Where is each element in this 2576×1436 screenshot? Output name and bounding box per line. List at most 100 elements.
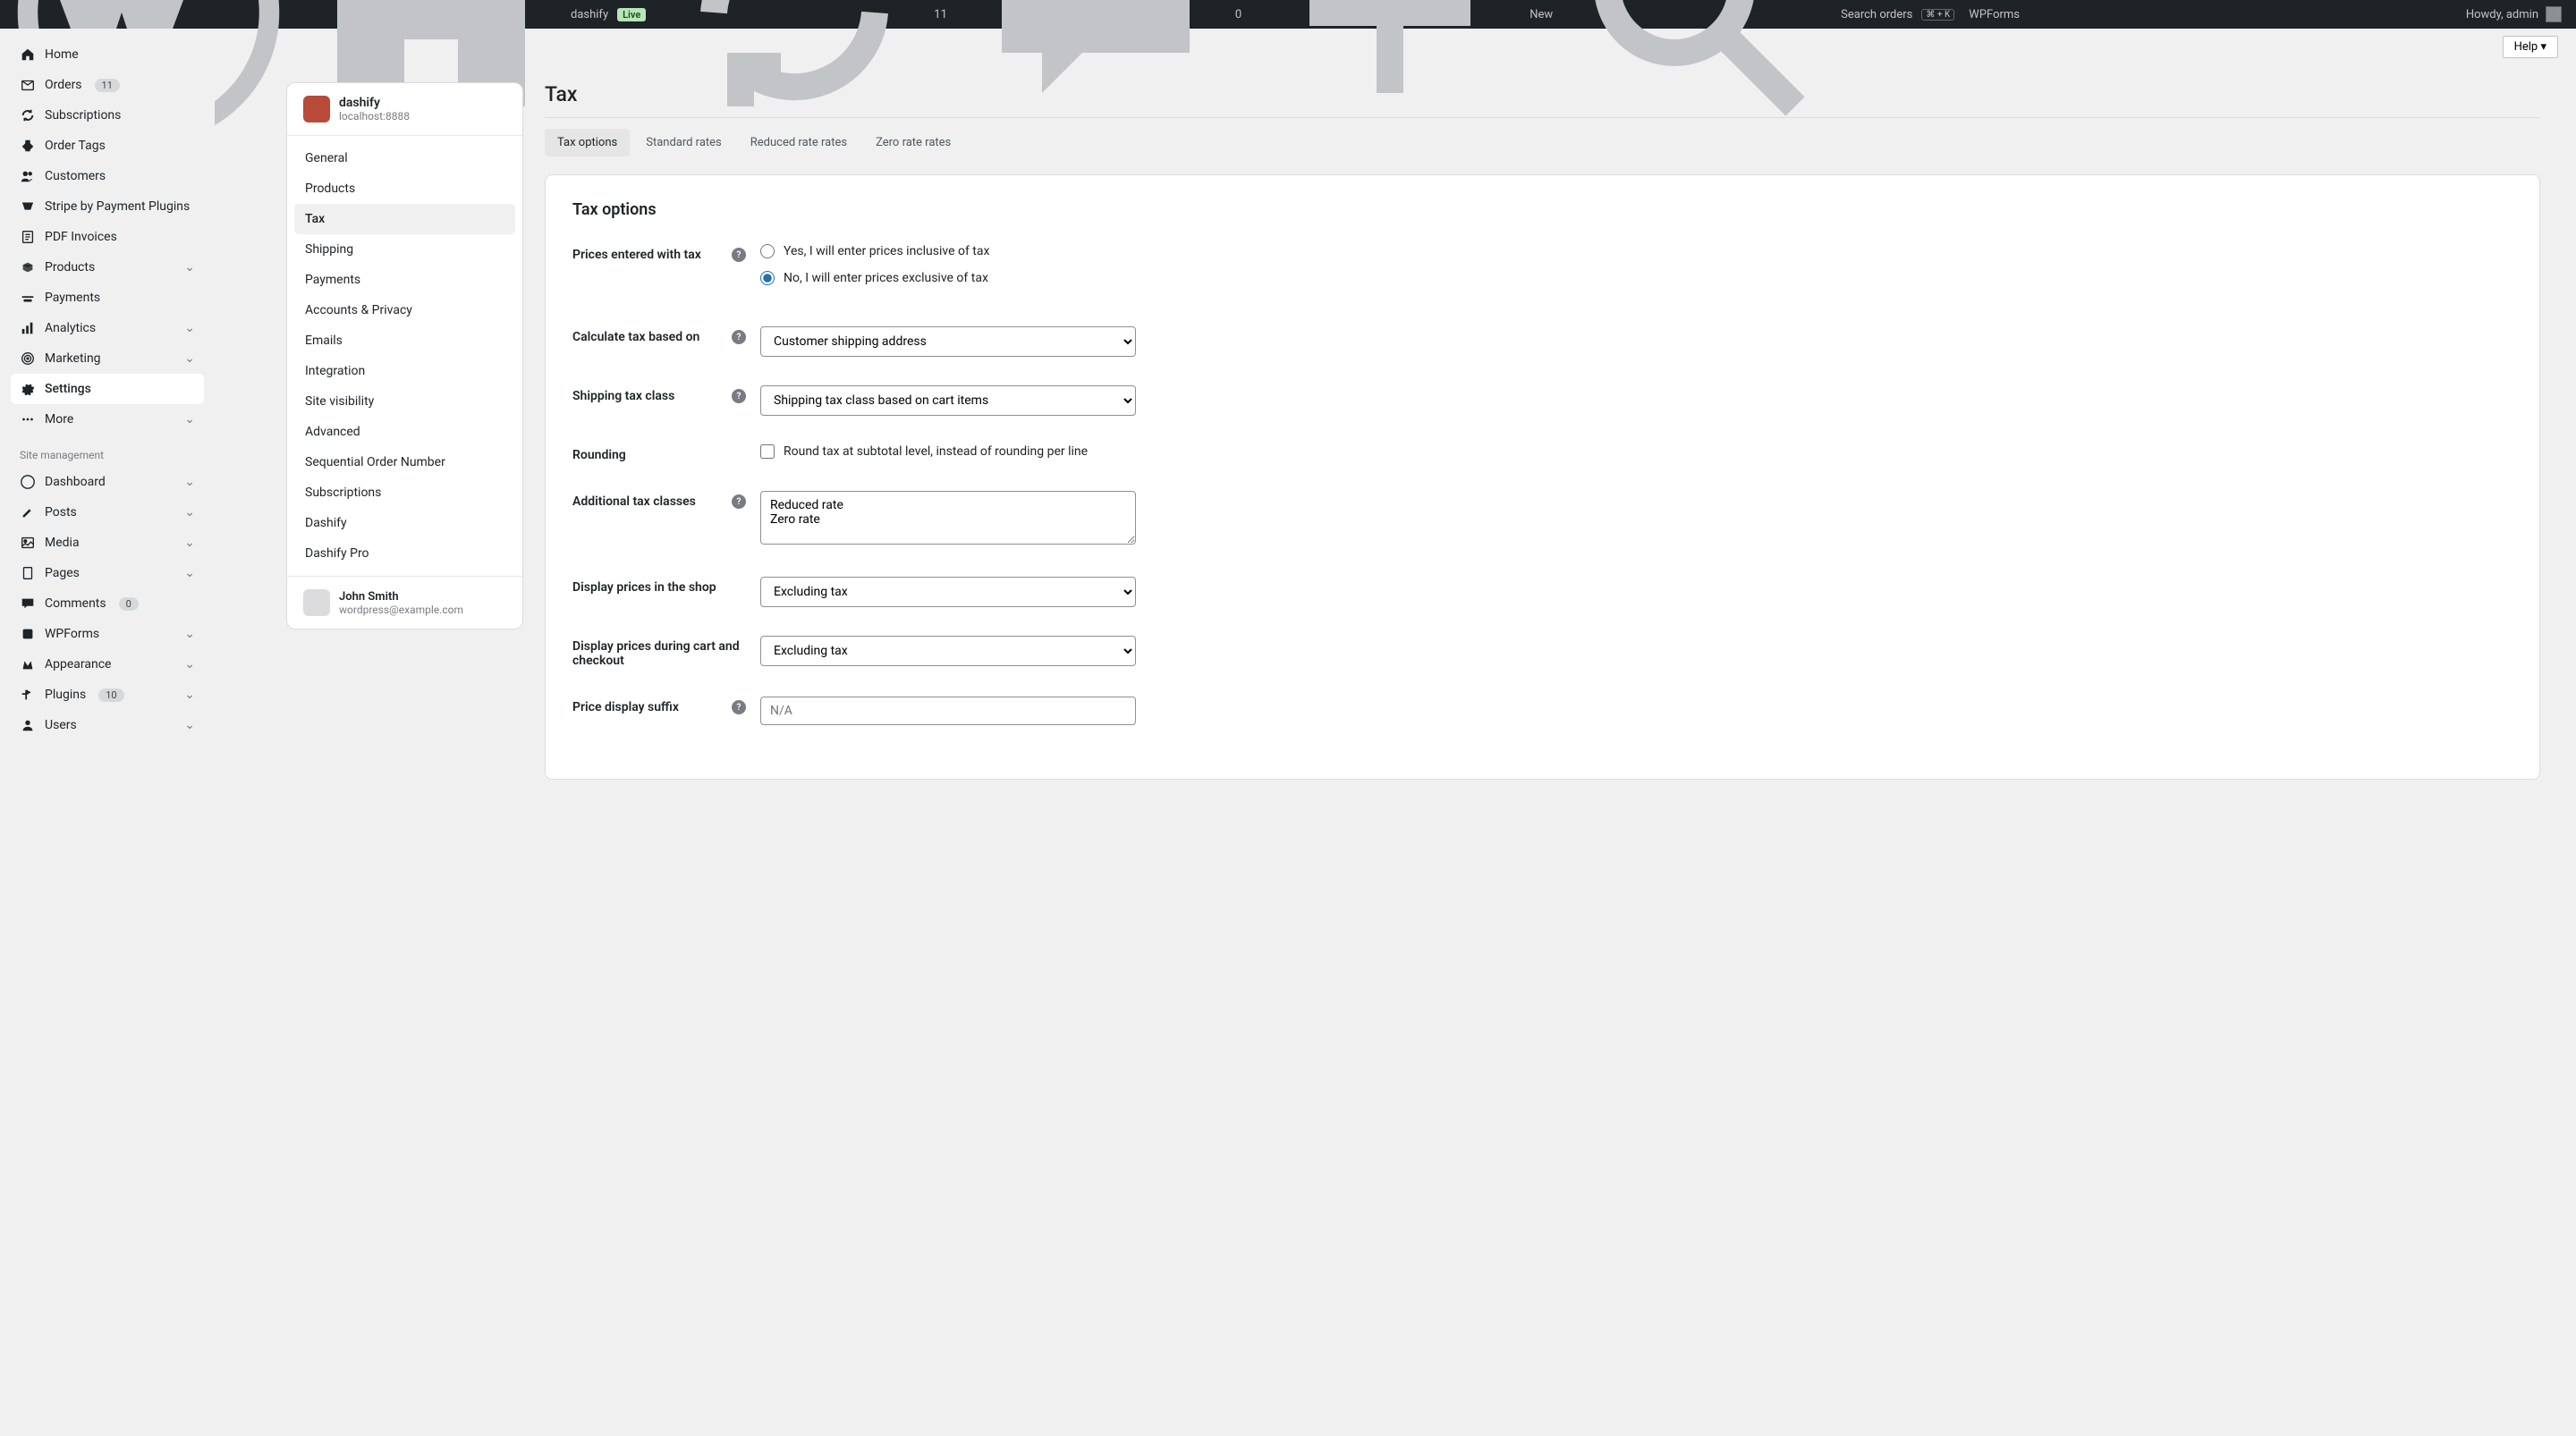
sidebar-item-orders[interactable]: Orders11 xyxy=(11,70,204,100)
sidebar-item-users[interactable]: Users ⌄ xyxy=(11,710,204,740)
search-kbd: ⌘ + K xyxy=(1921,9,1954,21)
help-button[interactable]: Help ▾ xyxy=(2503,36,2558,58)
panel-nav-emails[interactable]: Emails xyxy=(294,325,515,356)
panel-nav-integration[interactable]: Integration xyxy=(294,356,515,386)
site-home-link[interactable]: dashifyLive xyxy=(290,0,653,29)
user-name: John Smith xyxy=(339,590,463,604)
sidebar-item-label: Orders xyxy=(45,78,82,92)
wpforms-label: WPForms xyxy=(1969,8,2020,21)
sidebar-item-analytics[interactable]: Analytics⌄ xyxy=(11,313,204,343)
sidebar-item-subscriptions[interactable]: Subscriptions xyxy=(11,100,204,131)
sidebar-item-label: Home xyxy=(45,47,79,62)
display-cart-select[interactable]: Excluding tax xyxy=(760,636,1136,666)
sidebar-item-stripe-by-payment-plugins[interactable]: Stripe by Payment Plugins xyxy=(11,191,204,222)
sidebar-item-label: PDF Invoices xyxy=(45,230,117,244)
sidebar: Home Orders11 Subscriptions Order Tags Custo… xyxy=(0,29,215,1436)
sidebar-item-products[interactable]: Products⌄ xyxy=(11,252,204,283)
panel-nav-payments[interactable]: Payments xyxy=(294,265,515,295)
settings-panel: dashify localhost:8888 GeneralProductsTa… xyxy=(286,82,523,629)
sidebar-item-payments[interactable]: Payments xyxy=(11,283,204,313)
chevron-down-icon: ⌄ xyxy=(184,627,195,641)
update-count: 11 xyxy=(934,8,947,21)
sidebar-item-home[interactable]: Home xyxy=(11,39,204,70)
menu-icon xyxy=(20,411,36,427)
sidebar-item-media[interactable]: Media⌄ xyxy=(11,528,204,558)
chevron-down-icon: ⌄ xyxy=(184,412,195,427)
panel-nav-accounts-&-privacy[interactable]: Accounts & Privacy xyxy=(294,295,515,325)
display-shop-select[interactable]: Excluding tax xyxy=(760,577,1136,607)
chevron-down-icon: ⌄ xyxy=(184,718,195,732)
suffix-input[interactable] xyxy=(760,697,1136,725)
panel-nav-dashify[interactable]: Dashify xyxy=(294,508,515,538)
comment-count: 0 xyxy=(1235,8,1241,21)
sidebar-item-posts[interactable]: Posts⌄ xyxy=(11,497,204,528)
chevron-down-icon: ⌄ xyxy=(184,351,195,366)
add-classes-textarea[interactable] xyxy=(760,491,1136,545)
tab-zero-rate-rates[interactable]: Zero rate rates xyxy=(863,129,963,156)
sidebar-item-settings[interactable]: Settings xyxy=(11,374,204,404)
menu-icon xyxy=(20,535,36,551)
tab-tax-options[interactable]: Tax options xyxy=(545,129,630,156)
menu-icon xyxy=(20,320,36,336)
panel-nav-sequential-order-number[interactable]: Sequential Order Number xyxy=(294,447,515,477)
panel-nav-site-visibility[interactable]: Site visibility xyxy=(294,386,515,417)
sidebar-item-label: Stripe by Payment Plugins xyxy=(45,199,190,214)
panel-nav-general[interactable]: General xyxy=(294,143,515,173)
sidebar-item-label: Customers xyxy=(45,169,106,183)
prices-entered-label: Prices entered with tax xyxy=(572,248,701,262)
comments-link[interactable]: 0 xyxy=(954,0,1249,29)
panel-nav-tax[interactable]: Tax xyxy=(294,204,515,234)
menu-icon xyxy=(20,626,36,642)
help-icon[interactable]: ? xyxy=(732,330,746,344)
sidebar-item-appearance[interactable]: Appearance⌄ xyxy=(11,649,204,680)
menu-icon xyxy=(20,199,36,215)
search-label: Search orders xyxy=(1841,8,1912,21)
page-title: Tax xyxy=(545,82,2540,118)
wp-logo[interactable] xyxy=(7,0,290,29)
panel-nav-products[interactable]: Products xyxy=(294,173,515,204)
sidebar-item-pdf-invoices[interactable]: PDF Invoices xyxy=(11,222,204,252)
sidebar-item-customers[interactable]: Customers xyxy=(11,161,204,191)
store-title: dashify xyxy=(339,96,410,110)
store-logo xyxy=(303,96,330,122)
sidebar-item-label: Subscriptions xyxy=(45,108,121,122)
sidebar-item-pages[interactable]: Pages⌄ xyxy=(11,558,204,588)
panel-nav-advanced[interactable]: Advanced xyxy=(294,417,515,447)
sidebar-item-comments[interactable]: Comments 0 xyxy=(11,588,204,619)
search-orders[interactable]: Search orders ⌘ + K xyxy=(1560,0,1962,29)
tab-standard-rates[interactable]: Standard rates xyxy=(633,129,734,156)
sidebar-item-wpforms[interactable]: WPForms⌄ xyxy=(11,619,204,649)
radio-inclusive[interactable]: Yes, I will enter prices inclusive of ta… xyxy=(760,244,1136,258)
sidebar-item-label: Users xyxy=(45,718,77,732)
new-link[interactable]: New xyxy=(1249,0,1560,29)
help-icon[interactable]: ? xyxy=(732,700,746,714)
panel-nav-subscriptions[interactable]: Subscriptions xyxy=(294,477,515,508)
sidebar-item-plugins[interactable]: Plugins10⌄ xyxy=(11,680,204,710)
calc-tax-select[interactable]: Customer shipping address xyxy=(760,326,1136,357)
help-icon[interactable]: ? xyxy=(732,389,746,403)
ship-class-select[interactable]: Shipping tax class based on cart items xyxy=(760,385,1136,416)
menu-icon xyxy=(20,46,36,63)
tab-reduced-rate-rates[interactable]: Reduced rate rates xyxy=(738,129,860,156)
site-name: dashify xyxy=(571,8,608,21)
sidebar-item-marketing[interactable]: Marketing⌄ xyxy=(11,343,204,374)
chevron-down-icon: ⌄ xyxy=(184,688,195,702)
display-shop-label: Display prices in the shop xyxy=(572,580,716,595)
user-email: wordpress@example.com xyxy=(339,604,463,616)
sidebar-item-dashboard[interactable]: Dashboard⌄ xyxy=(11,467,204,497)
updates-link[interactable]: 11 xyxy=(653,0,954,29)
user-menu[interactable]: Howdy, admin xyxy=(2466,6,2569,22)
rounding-checkbox[interactable]: Round tax at subtotal level, instead of … xyxy=(760,444,1136,459)
count-badge: 0 xyxy=(119,597,139,611)
sidebar-item-order-tags[interactable]: Order Tags xyxy=(11,131,204,161)
help-icon[interactable]: ? xyxy=(732,494,746,509)
wpforms-link[interactable]: WPForms xyxy=(1962,0,2027,29)
sidebar-item-more[interactable]: More⌄ xyxy=(11,404,204,435)
panel-nav-dashify-pro[interactable]: Dashify Pro xyxy=(294,538,515,569)
menu-icon xyxy=(20,565,36,581)
sidebar-item-label: Pages xyxy=(45,566,80,580)
panel-nav-shipping[interactable]: Shipping xyxy=(294,234,515,265)
sidebar-item-label: Comments xyxy=(45,596,106,611)
help-icon[interactable]: ? xyxy=(732,248,746,262)
radio-exclusive[interactable]: No, I will enter prices exclusive of tax xyxy=(760,271,1136,285)
